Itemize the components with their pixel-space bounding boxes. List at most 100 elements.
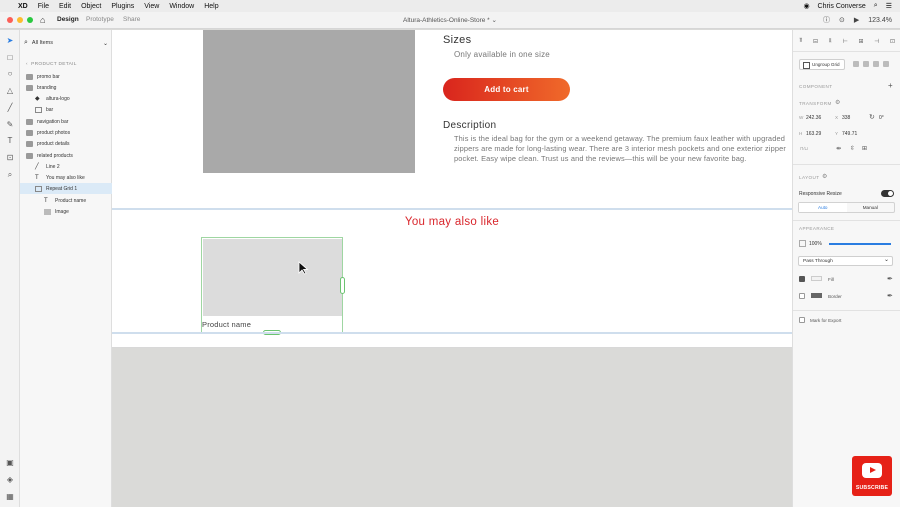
- fill-checkbox[interactable]: [799, 276, 805, 282]
- polygon-tool-icon[interactable]: △: [5, 86, 15, 96]
- blend-mode-select[interactable]: Pass Through: [798, 256, 893, 266]
- layers-panel: ⌕ All Items ⌄ ‹ PRODUCT DETAIL promo bar…: [20, 30, 112, 507]
- artboard-product-detail[interactable]: Sizes Only available in one size Add to …: [112, 30, 792, 348]
- align-left-icon[interactable]: ⊢: [843, 38, 848, 45]
- user-name[interactable]: Chris Converse: [818, 3, 866, 10]
- layer-row[interactable]: navigation bar: [20, 116, 112, 127]
- user-profile-icon[interactable]: ⊙: [839, 16, 845, 24]
- flip-vertical-icon[interactable]: ⇳: [850, 145, 855, 152]
- ellipse-tool-icon[interactable]: ○: [5, 69, 15, 79]
- add-component-icon[interactable]: +: [888, 81, 893, 90]
- menu-file[interactable]: File: [38, 3, 49, 10]
- mark-export-label: Mark for Export: [810, 318, 842, 323]
- repeat-grid-horizontal-handle[interactable]: [340, 277, 345, 294]
- add-to-cart-button[interactable]: Add to cart: [443, 78, 570, 101]
- creative-cloud-icon[interactable]: ◉: [803, 2, 809, 10]
- layers-filter[interactable]: ⌕ All Items ⌄: [24, 37, 108, 49]
- intersect-icon[interactable]: [873, 61, 879, 67]
- pen-tool-icon[interactable]: ✎: [5, 120, 15, 130]
- menu-plugins[interactable]: Plugins: [111, 3, 134, 10]
- align-right-icon[interactable]: ⊣: [874, 38, 879, 45]
- canvas[interactable]: Sizes Only available in one size Add to …: [112, 30, 792, 507]
- line-tool-icon[interactable]: ╱: [5, 103, 15, 113]
- assets-panel-icon[interactable]: ▣: [5, 458, 15, 468]
- menu-edit[interactable]: Edit: [59, 3, 71, 10]
- plugins-panel-icon[interactable]: ▦: [5, 492, 15, 502]
- opacity-slider[interactable]: [829, 243, 891, 245]
- eyedropper-icon[interactable]: ✒: [887, 292, 893, 300]
- menu-help[interactable]: Help: [204, 3, 218, 10]
- subscribe-badge[interactable]: SUBSCRIBE: [852, 456, 892, 496]
- height-input[interactable]: 163.29: [806, 131, 821, 137]
- rectangle-tool-icon[interactable]: □: [5, 53, 15, 63]
- menu-view[interactable]: View: [144, 3, 159, 10]
- align-middle-icon[interactable]: ⊟: [813, 38, 818, 45]
- layer-row[interactable]: product details: [20, 138, 112, 149]
- layers-breadcrumb[interactable]: ‹ PRODUCT DETAIL: [26, 62, 77, 67]
- text-tool-icon[interactable]: T: [5, 136, 15, 146]
- related-heading[interactable]: You may also like: [112, 216, 792, 228]
- info-icon[interactable]: ⓘ: [823, 15, 830, 25]
- flip-horizontal-icon[interactable]: ⇹: [836, 145, 841, 152]
- product-photo[interactable]: [203, 30, 415, 173]
- width-input[interactable]: 242.36: [806, 115, 821, 121]
- layer-row[interactable]: T Product name: [20, 195, 112, 206]
- divider: [793, 220, 900, 221]
- layer-row[interactable]: Image: [20, 206, 112, 217]
- y-input[interactable]: 749.71: [842, 131, 857, 137]
- sizes-text[interactable]: Only available in one size: [454, 50, 550, 59]
- align-toolbar: ⫪ ⊟ ⫫ ⊢ ⊞ ⊣ ⊡: [799, 38, 895, 45]
- layer-row[interactable]: product photos: [20, 127, 112, 138]
- description-heading[interactable]: Description: [443, 120, 496, 131]
- responsive-resize-toggle[interactable]: [881, 190, 894, 197]
- fill-swatch[interactable]: [811, 276, 822, 281]
- layer-row[interactable]: bar: [20, 104, 112, 115]
- menu-window[interactable]: Window: [169, 3, 194, 10]
- folder-icon: [26, 84, 33, 91]
- exclude-icon[interactable]: [883, 61, 889, 67]
- ungroup-grid-button[interactable]: Ungroup Grid: [799, 59, 845, 70]
- document-title[interactable]: Altura-Athletics-Online-Store * ⌄: [0, 16, 900, 24]
- layer-row[interactable]: T You may also like: [20, 172, 112, 183]
- add-icon[interactable]: [853, 61, 859, 67]
- play-preview-icon[interactable]: ▶: [854, 16, 859, 24]
- rotation-input[interactable]: 0°: [879, 115, 884, 121]
- chevron-down-icon: ⌄: [102, 40, 108, 47]
- sizes-heading[interactable]: Sizes: [443, 34, 471, 46]
- layer-row[interactable]: promo bar: [20, 71, 112, 82]
- toolbar-right: ⓘ ⊙ ▶ 123.4%: [814, 15, 892, 25]
- x-input[interactable]: 338: [842, 115, 850, 121]
- layer-row[interactable]: ◆ altura-logo: [20, 93, 112, 104]
- resize-manual-option[interactable]: Manual: [847, 203, 895, 212]
- eyedropper-icon[interactable]: ✒: [887, 275, 893, 283]
- zoom-tool-icon[interactable]: ⌕: [5, 170, 15, 180]
- opacity-input[interactable]: 100%: [809, 241, 822, 247]
- align-bottom-icon[interactable]: ⫫: [829, 38, 832, 45]
- select-tool-icon[interactable]: ➤: [5, 36, 15, 46]
- layer-row-selected[interactable]: Repeat Grid 1: [20, 183, 112, 194]
- grid-icon: [35, 106, 42, 113]
- border-swatch[interactable]: [811, 293, 822, 298]
- search-icon[interactable]: ⌕: [874, 2, 878, 10]
- zoom-level[interactable]: 123.4%: [868, 17, 892, 24]
- layers-panel-icon[interactable]: ◈: [5, 475, 15, 485]
- layer-row[interactable]: related products: [20, 150, 112, 161]
- settings-icon[interactable]: ⚙: [822, 173, 827, 180]
- mark-export-checkbox[interactable]: [799, 317, 805, 323]
- align-center-icon[interactable]: ⊞: [858, 38, 863, 45]
- menu-app[interactable]: XD: [18, 3, 28, 10]
- description-text[interactable]: This is the ideal bag for the gym or a w…: [454, 134, 792, 163]
- resize-auto-option[interactable]: Auto: [799, 203, 847, 212]
- layer-row[interactable]: ╱ Line 2: [20, 161, 112, 172]
- lock-aspect-icon[interactable]: ⊓∕⊔: [800, 146, 808, 152]
- border-checkbox[interactable]: [799, 293, 805, 299]
- transform-icon[interactable]: ⊞: [862, 145, 867, 152]
- menu-object[interactable]: Object: [81, 3, 101, 10]
- align-top-icon[interactable]: ⫪: [799, 38, 802, 45]
- settings-icon[interactable]: ⚙: [835, 99, 840, 106]
- distribute-icon[interactable]: ⊡: [890, 38, 895, 45]
- subtract-icon[interactable]: [863, 61, 869, 67]
- menu-list-icon[interactable]: ☰: [886, 2, 892, 10]
- artboard-tool-icon[interactable]: ⊡: [5, 153, 15, 163]
- layer-row[interactable]: branding: [20, 82, 112, 93]
